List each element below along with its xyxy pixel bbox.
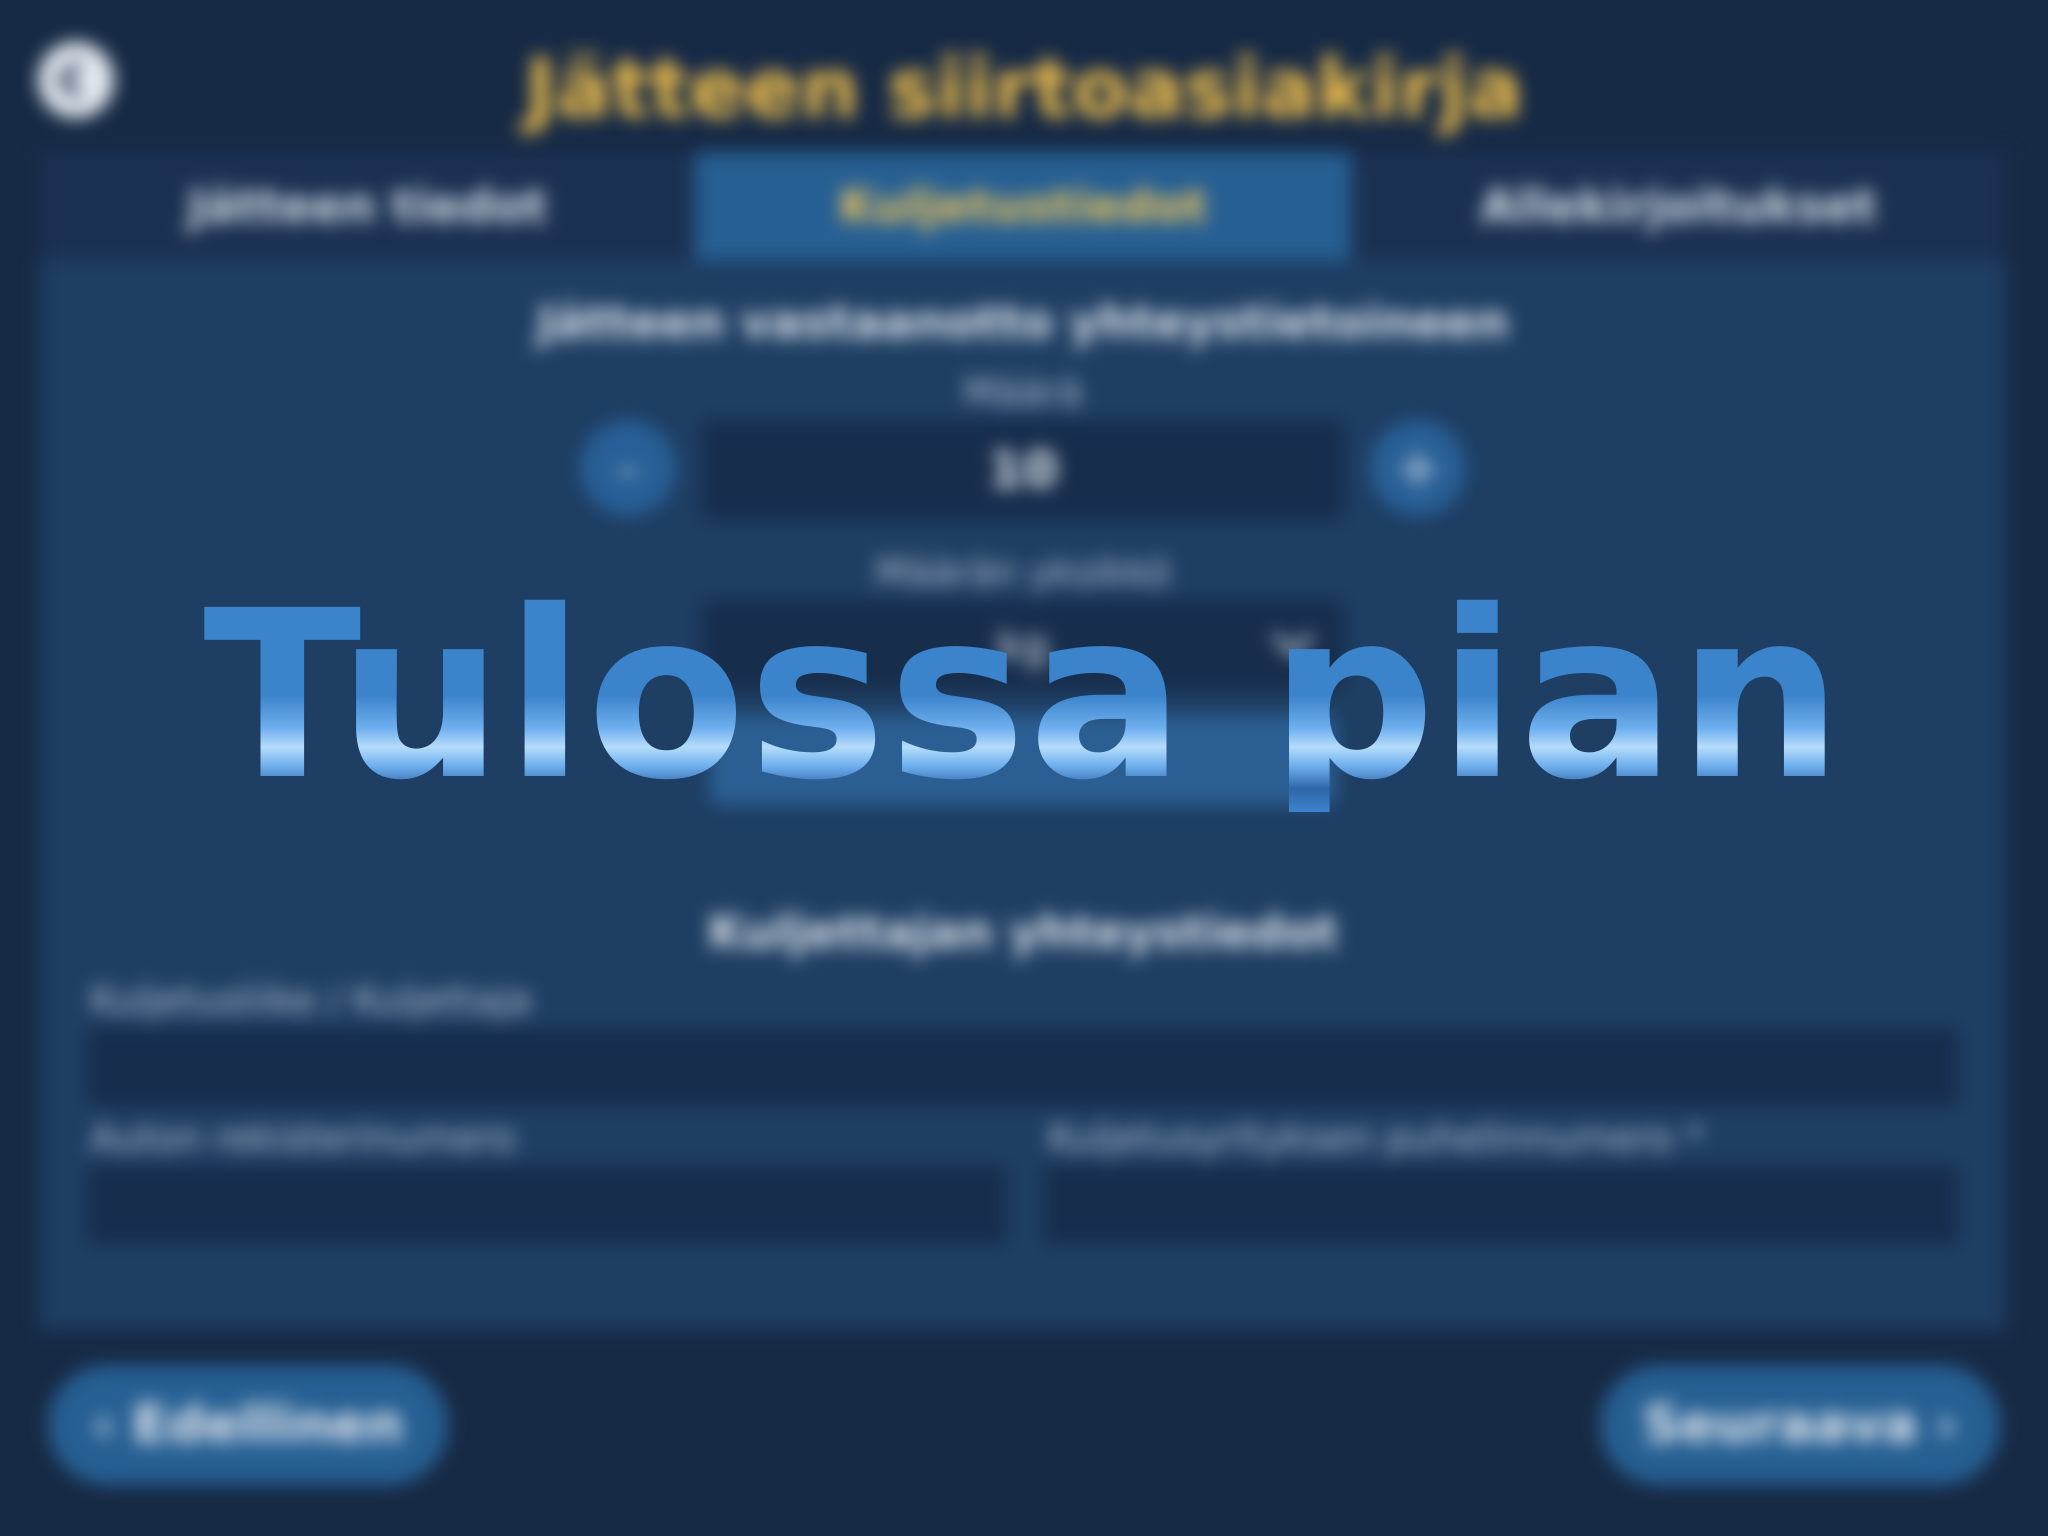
vehicle-label: Auton rekisterinumero	[90, 1116, 516, 1160]
vehicle-input[interactable]	[88, 1166, 1006, 1244]
coming-soon-overlay: Tulossa pian	[0, 580, 2048, 812]
section-receiver-title: Jätteen vastaanotto yhteystietoineen	[537, 295, 1509, 349]
amount-label: Määrä	[963, 370, 1083, 414]
amount-input[interactable]: 10	[702, 420, 1344, 520]
decrease-button[interactable]: -	[580, 420, 676, 516]
next-button[interactable]: Seuraava ›	[1600, 1365, 2000, 1485]
phone-input[interactable]	[1044, 1166, 1958, 1244]
increase-button[interactable]: +	[1370, 420, 1466, 516]
tab-signatures[interactable]: Allekirjoitukset	[1351, 152, 2006, 260]
phone-label: Kuljetusyrityksen puhelinnumero *	[1048, 1116, 1705, 1160]
tab-bar: Jätteen tiedot Kuljetustiedot Allekirjoi…	[40, 152, 2006, 260]
section-driver-title: Kuljettajan yhteystiedot	[708, 905, 1338, 959]
amount-value: 10	[988, 441, 1058, 499]
page-title: Jätteen siirtoasiakirja	[525, 42, 1523, 137]
tab-transport-info[interactable]: Kuljetustiedot	[695, 152, 1351, 260]
previous-button[interactable]: ‹ Edellinen	[48, 1365, 448, 1485]
transporter-input[interactable]	[88, 1028, 1958, 1106]
tab-waste-info[interactable]: Jätteen tiedot	[40, 152, 695, 260]
transporter-label: Kuljetusliike / Kuljettaja	[90, 978, 532, 1022]
